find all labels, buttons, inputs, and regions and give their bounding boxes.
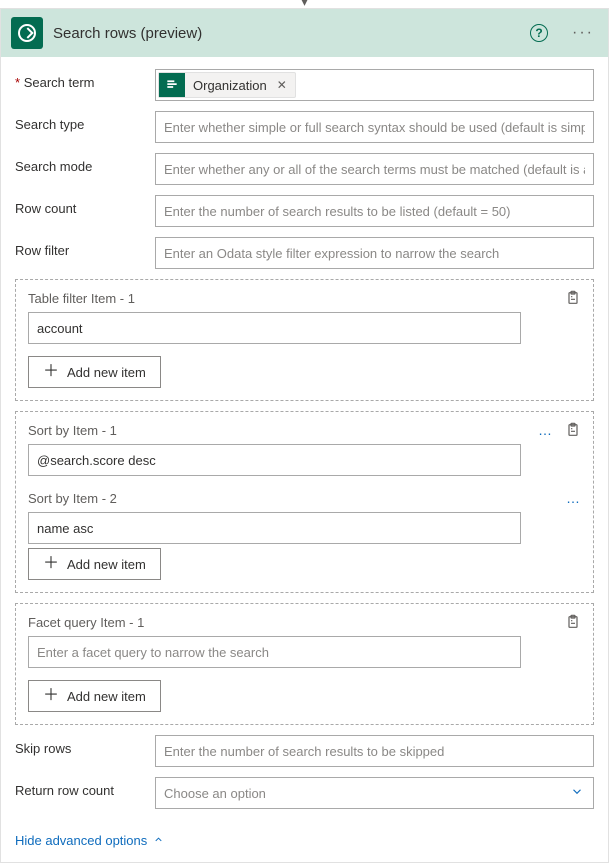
facet-item-1-label: Facet query Item - 1 (28, 615, 565, 630)
dataverse-token-icon (159, 73, 185, 97)
sort-by-item-1-input[interactable] (28, 444, 521, 476)
row-search-type: Search type (15, 111, 594, 143)
clipboard-icon[interactable] (565, 290, 581, 306)
sort-by-item-2-label: Sort by Item - 2 (28, 491, 566, 506)
table-filter-item-1-label: Table filter Item - 1 (28, 291, 565, 306)
add-table-filter-button[interactable]: ＋ Add new item (28, 356, 161, 388)
row-search-mode: Search mode (15, 153, 594, 185)
label-skip-rows: Skip rows (15, 735, 155, 756)
clipboard-icon[interactable] (565, 422, 581, 438)
search-mode-input[interactable] (155, 153, 594, 185)
card-body: * Search term Organization ✕ Search type (1, 57, 608, 862)
sort-by-item-2-input[interactable] (28, 512, 521, 544)
label-row-count: Row count (15, 195, 155, 216)
collapse-caret[interactable]: ▾ (0, 0, 609, 8)
clipboard-icon[interactable] (565, 614, 581, 630)
label-return-row-count: Return row count (15, 777, 155, 798)
plus-icon: ＋ (43, 556, 59, 572)
remove-token-icon[interactable]: ✕ (277, 78, 287, 92)
group-sort-by: Sort by Item - 1 … Sort by Item - 2 … (15, 411, 594, 593)
card-header: Search rows (preview) ? ··· (1, 9, 608, 57)
sort-by-item-1-label: Sort by Item - 1 (28, 423, 538, 438)
label-row-filter: Row filter (15, 237, 155, 258)
group-table-filter: Table filter Item - 1 ＋ Add new item (15, 279, 594, 401)
item-more-icon[interactable]: … (566, 490, 581, 506)
return-row-count-select[interactable] (155, 777, 594, 809)
item-more-icon[interactable]: … (538, 422, 553, 438)
help-icon[interactable]: ? (530, 24, 548, 42)
token-organization: Organization ✕ (158, 72, 296, 98)
label-search-term: * Search term (15, 69, 155, 90)
token-label: Organization (193, 78, 267, 93)
action-card: Search rows (preview) ? ··· * Search ter… (0, 8, 609, 863)
row-count-input[interactable] (155, 195, 594, 227)
label-search-type: Search type (15, 111, 155, 132)
plus-icon: ＋ (43, 688, 59, 704)
row-filter-input[interactable] (155, 237, 594, 269)
facet-item-1-input[interactable] (28, 636, 521, 668)
connector-icon (11, 17, 43, 49)
plus-icon: ＋ (43, 364, 59, 380)
skip-rows-input[interactable] (155, 735, 594, 767)
more-icon[interactable]: ··· (572, 24, 594, 42)
hide-advanced-toggle[interactable]: Hide advanced options (15, 833, 164, 848)
label-search-mode: Search mode (15, 153, 155, 174)
chevron-up-icon (153, 833, 164, 848)
add-facet-button[interactable]: ＋ Add new item (28, 680, 161, 712)
row-return-row-count: Return row count (15, 777, 594, 809)
row-skip-rows: Skip rows (15, 735, 594, 767)
row-search-term: * Search term Organization ✕ (15, 69, 594, 101)
add-sort-by-button[interactable]: ＋ Add new item (28, 548, 161, 580)
card-title: Search rows (preview) (53, 25, 520, 42)
row-row-filter: Row filter (15, 237, 594, 269)
row-row-count: Row count (15, 195, 594, 227)
group-facet-query: Facet query Item - 1 ＋ Add new item (15, 603, 594, 725)
table-filter-item-1-input[interactable] (28, 312, 521, 344)
search-term-input[interactable]: Organization ✕ (155, 69, 594, 101)
search-type-input[interactable] (155, 111, 594, 143)
